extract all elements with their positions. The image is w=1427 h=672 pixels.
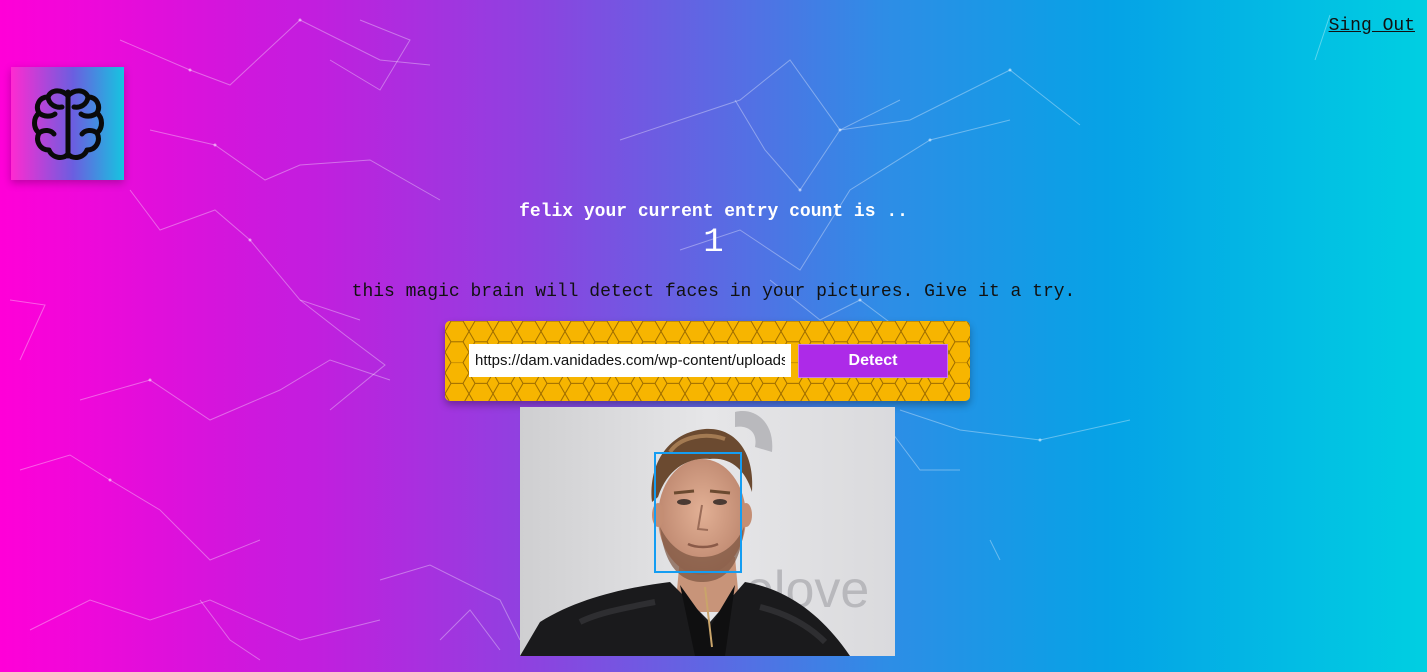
intro-text: this magic brain will detect faces in yo… <box>351 282 1076 302</box>
detect-button[interactable]: Detect <box>798 344 948 378</box>
image-url-input[interactable] <box>469 344 791 377</box>
entry-count-value: 1 <box>703 224 724 262</box>
face-bounding-box <box>654 452 742 573</box>
brain-icon <box>31 87 104 160</box>
entry-count-label: felix your current entry count is .. <box>519 202 908 222</box>
logo-card[interactable] <box>11 67 124 180</box>
input-image: elove <box>520 407 895 656</box>
sign-out-link[interactable]: Sing Out <box>1329 16 1415 36</box>
url-form-panel: Detect <box>445 321 970 401</box>
